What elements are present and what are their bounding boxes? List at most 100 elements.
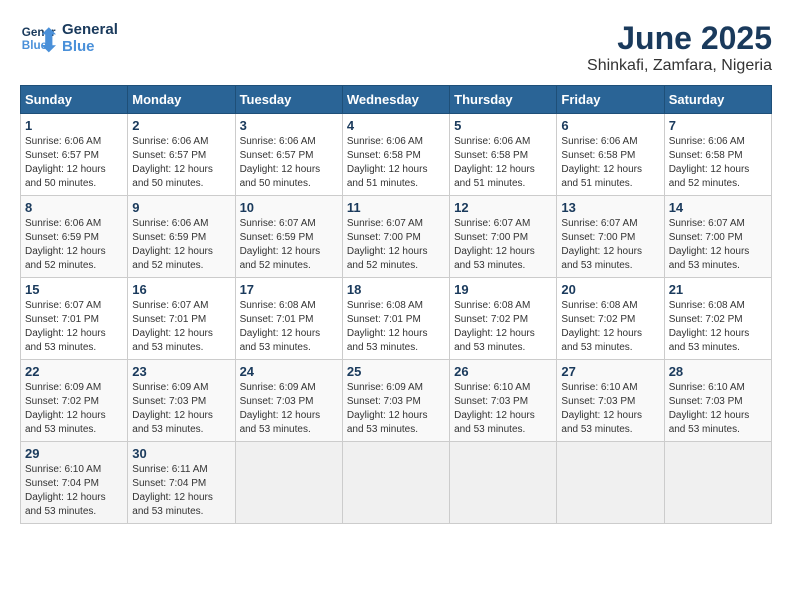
day-number: 25 [347,364,445,379]
table-row: 30 Sunrise: 6:11 AM Sunset: 7:04 PM Dayl… [128,442,235,524]
table-row [235,442,342,524]
day-info: Sunrise: 6:11 AM Sunset: 7:04 PM Dayligh… [132,464,213,517]
day-info: Sunrise: 6:06 AM Sunset: 6:58 PM Dayligh… [561,136,642,189]
table-row [450,442,557,524]
table-row [557,442,664,524]
day-number: 3 [240,118,338,133]
day-info: Sunrise: 6:06 AM Sunset: 6:58 PM Dayligh… [669,136,750,189]
day-info: Sunrise: 6:06 AM Sunset: 6:59 PM Dayligh… [25,218,106,271]
day-number: 14 [669,200,767,215]
table-row: 27 Sunrise: 6:10 AM Sunset: 7:03 PM Dayl… [557,360,664,442]
day-number: 8 [25,200,123,215]
day-number: 9 [132,200,230,215]
day-info: Sunrise: 6:08 AM Sunset: 7:02 PM Dayligh… [669,300,750,353]
day-number: 20 [561,282,659,297]
day-info: Sunrise: 6:08 AM Sunset: 7:01 PM Dayligh… [347,300,428,353]
calendar-week-row: 1 Sunrise: 6:06 AM Sunset: 6:57 PM Dayli… [21,114,772,196]
table-row: 16 Sunrise: 6:07 AM Sunset: 7:01 PM Dayl… [128,278,235,360]
day-info: Sunrise: 6:07 AM Sunset: 7:00 PM Dayligh… [669,218,750,271]
table-row: 8 Sunrise: 6:06 AM Sunset: 6:59 PM Dayli… [21,196,128,278]
table-row: 26 Sunrise: 6:10 AM Sunset: 7:03 PM Dayl… [450,360,557,442]
day-number: 29 [25,446,123,461]
day-info: Sunrise: 6:06 AM Sunset: 6:58 PM Dayligh… [347,136,428,189]
table-row: 14 Sunrise: 6:07 AM Sunset: 7:00 PM Dayl… [664,196,771,278]
day-info: Sunrise: 6:06 AM Sunset: 6:58 PM Dayligh… [454,136,535,189]
logo-line1: General [62,21,118,38]
day-number: 16 [132,282,230,297]
day-info: Sunrise: 6:10 AM Sunset: 7:03 PM Dayligh… [454,382,535,435]
calendar-week-row: 29 Sunrise: 6:10 AM Sunset: 7:04 PM Dayl… [21,442,772,524]
header-sunday: Sunday [21,86,128,114]
day-number: 4 [347,118,445,133]
table-row: 7 Sunrise: 6:06 AM Sunset: 6:58 PM Dayli… [664,114,771,196]
day-number: 23 [132,364,230,379]
header-friday: Friday [557,86,664,114]
logo-icon: General Blue [20,20,56,56]
day-info: Sunrise: 6:10 AM Sunset: 7:03 PM Dayligh… [669,382,750,435]
table-row: 22 Sunrise: 6:09 AM Sunset: 7:02 PM Dayl… [21,360,128,442]
day-number: 28 [669,364,767,379]
title-area: June 2025 Shinkafi, Zamfara, Nigeria [587,20,772,75]
day-number: 22 [25,364,123,379]
weekday-header-row: Sunday Monday Tuesday Wednesday Thursday… [21,86,772,114]
table-row: 21 Sunrise: 6:08 AM Sunset: 7:02 PM Dayl… [664,278,771,360]
header-tuesday: Tuesday [235,86,342,114]
day-info: Sunrise: 6:06 AM Sunset: 6:59 PM Dayligh… [132,218,213,271]
day-info: Sunrise: 6:08 AM Sunset: 7:02 PM Dayligh… [561,300,642,353]
day-number: 12 [454,200,552,215]
day-info: Sunrise: 6:09 AM Sunset: 7:02 PM Dayligh… [25,382,106,435]
table-row: 25 Sunrise: 6:09 AM Sunset: 7:03 PM Dayl… [342,360,449,442]
calendar-week-row: 15 Sunrise: 6:07 AM Sunset: 7:01 PM Dayl… [21,278,772,360]
logo: General Blue General Blue [20,20,118,56]
table-row: 15 Sunrise: 6:07 AM Sunset: 7:01 PM Dayl… [21,278,128,360]
table-row: 2 Sunrise: 6:06 AM Sunset: 6:57 PM Dayli… [128,114,235,196]
calendar-title: June 2025 [587,20,772,57]
table-row: 24 Sunrise: 6:09 AM Sunset: 7:03 PM Dayl… [235,360,342,442]
day-info: Sunrise: 6:07 AM Sunset: 6:59 PM Dayligh… [240,218,321,271]
table-row: 10 Sunrise: 6:07 AM Sunset: 6:59 PM Dayl… [235,196,342,278]
table-row [342,442,449,524]
table-row [664,442,771,524]
header-monday: Monday [128,86,235,114]
day-info: Sunrise: 6:06 AM Sunset: 6:57 PM Dayligh… [240,136,321,189]
day-info: Sunrise: 6:10 AM Sunset: 7:04 PM Dayligh… [25,464,106,517]
table-row: 1 Sunrise: 6:06 AM Sunset: 6:57 PM Dayli… [21,114,128,196]
day-info: Sunrise: 6:09 AM Sunset: 7:03 PM Dayligh… [132,382,213,435]
calendar-subtitle: Shinkafi, Zamfara, Nigeria [587,57,772,75]
day-number: 10 [240,200,338,215]
day-number: 27 [561,364,659,379]
table-row: 12 Sunrise: 6:07 AM Sunset: 7:00 PM Dayl… [450,196,557,278]
table-row: 28 Sunrise: 6:10 AM Sunset: 7:03 PM Dayl… [664,360,771,442]
table-row: 9 Sunrise: 6:06 AM Sunset: 6:59 PM Dayli… [128,196,235,278]
day-number: 13 [561,200,659,215]
table-row: 18 Sunrise: 6:08 AM Sunset: 7:01 PM Dayl… [342,278,449,360]
day-number: 19 [454,282,552,297]
table-row: 3 Sunrise: 6:06 AM Sunset: 6:57 PM Dayli… [235,114,342,196]
day-info: Sunrise: 6:07 AM Sunset: 7:00 PM Dayligh… [454,218,535,271]
day-number: 24 [240,364,338,379]
day-number: 7 [669,118,767,133]
day-info: Sunrise: 6:07 AM Sunset: 7:00 PM Dayligh… [561,218,642,271]
table-row: 11 Sunrise: 6:07 AM Sunset: 7:00 PM Dayl… [342,196,449,278]
calendar-week-row: 8 Sunrise: 6:06 AM Sunset: 6:59 PM Dayli… [21,196,772,278]
calendar-table: Sunday Monday Tuesday Wednesday Thursday… [20,85,772,524]
day-number: 1 [25,118,123,133]
day-info: Sunrise: 6:06 AM Sunset: 6:57 PM Dayligh… [25,136,106,189]
day-number: 2 [132,118,230,133]
day-info: Sunrise: 6:07 AM Sunset: 7:01 PM Dayligh… [132,300,213,353]
table-row: 20 Sunrise: 6:08 AM Sunset: 7:02 PM Dayl… [557,278,664,360]
day-info: Sunrise: 6:08 AM Sunset: 7:02 PM Dayligh… [454,300,535,353]
day-number: 26 [454,364,552,379]
table-row: 19 Sunrise: 6:08 AM Sunset: 7:02 PM Dayl… [450,278,557,360]
day-info: Sunrise: 6:07 AM Sunset: 7:01 PM Dayligh… [25,300,106,353]
table-row: 23 Sunrise: 6:09 AM Sunset: 7:03 PM Dayl… [128,360,235,442]
logo-line2: Blue [62,38,118,55]
day-number: 18 [347,282,445,297]
table-row: 5 Sunrise: 6:06 AM Sunset: 6:58 PM Dayli… [450,114,557,196]
day-number: 17 [240,282,338,297]
day-info: Sunrise: 6:09 AM Sunset: 7:03 PM Dayligh… [240,382,321,435]
day-number: 15 [25,282,123,297]
calendar-week-row: 22 Sunrise: 6:09 AM Sunset: 7:02 PM Dayl… [21,360,772,442]
day-info: Sunrise: 6:08 AM Sunset: 7:01 PM Dayligh… [240,300,321,353]
table-row: 29 Sunrise: 6:10 AM Sunset: 7:04 PM Dayl… [21,442,128,524]
